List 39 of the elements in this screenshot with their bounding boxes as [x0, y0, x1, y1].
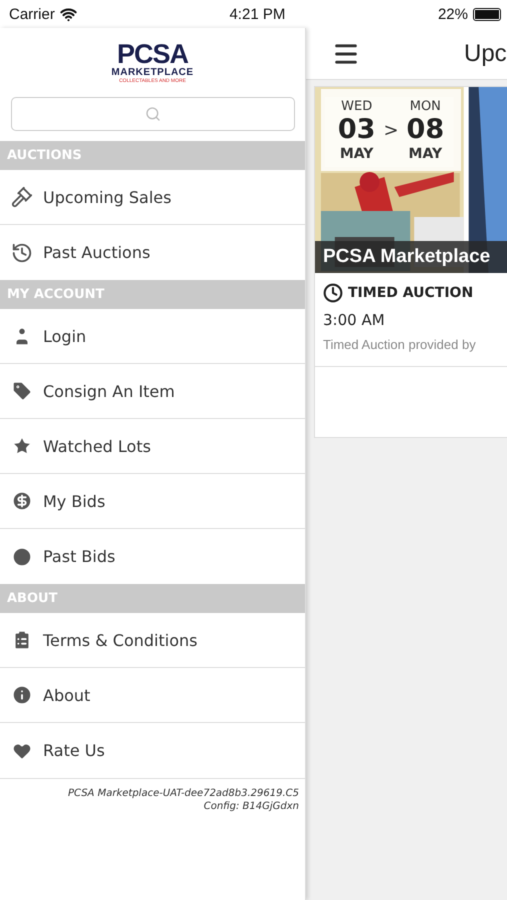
version-text: PCSA Marketplace-UAT-dee72ad8b3.29619.C5 [68, 787, 299, 800]
start-weekday: WED [341, 98, 372, 114]
history-icon [11, 242, 33, 264]
end-month: MAY [408, 146, 442, 162]
menu-item[interactable]: Past Auctions [0, 225, 305, 280]
info-icon [11, 684, 33, 706]
menu-item[interactable]: Past Bids [0, 529, 305, 584]
menu-item[interactable]: Upcoming Sales [0, 170, 305, 225]
date-separator: > [383, 120, 399, 140]
wifi-icon [60, 6, 77, 22]
auction-description: Timed Auction provided by [323, 337, 477, 352]
page-title: Upc [464, 40, 507, 68]
carrier-label: Carrier [9, 6, 77, 22]
auction-card[interactable]: WED 03 MAY > MON 08 MAY PCSA Marketplace TIMED AUCTION 3:00 AM Timed Auction provided by [314, 86, 507, 438]
end-day: 08 [406, 114, 444, 146]
menu-item[interactable]: About [0, 668, 305, 723]
menu-item[interactable]: Login [0, 309, 305, 364]
menu-item[interactable]: Consign An Item [0, 364, 305, 419]
gavel-icon [11, 186, 33, 208]
logo-subtitle: MARKETPLACE [111, 67, 194, 78]
tag-icon [11, 380, 33, 402]
menu-item[interactable]: My Bids [0, 474, 305, 529]
search-field[interactable] [11, 97, 295, 131]
auction-time: 3:00 AM [323, 311, 386, 329]
auction-name: PCSA Marketplace [315, 241, 507, 273]
dollar-icon [11, 490, 33, 512]
clock-label: 4:21 PM [229, 6, 286, 22]
menu-item[interactable]: Watched Lots [0, 419, 305, 474]
battery-label: 22% [438, 6, 468, 22]
menu-item[interactable]: Rate Us [0, 723, 305, 778]
start-month: MAY [340, 146, 374, 162]
auction-type: TIMED AUCTION [348, 285, 474, 301]
logo-title: PCSA [116, 42, 188, 67]
start-day: 03 [338, 114, 376, 146]
search-icon [145, 106, 161, 122]
end-weekday: MON [410, 98, 441, 114]
menu-item[interactable]: Terms & Conditions [0, 613, 305, 668]
battery-icon [473, 8, 501, 20]
config-text: Config: B14GjGdxn [204, 800, 299, 813]
